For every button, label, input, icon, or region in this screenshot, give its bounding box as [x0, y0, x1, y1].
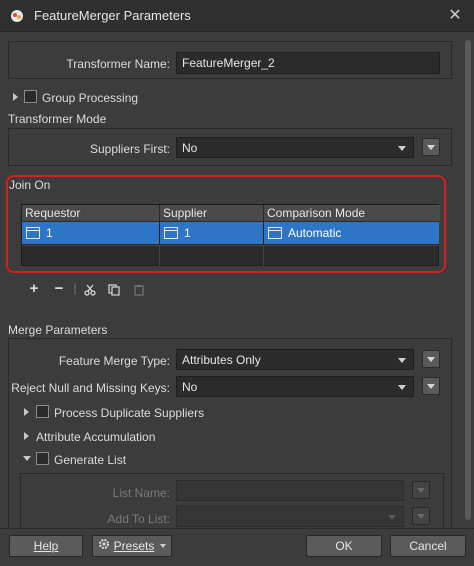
cancel-button-label: Cancel — [409, 539, 447, 553]
process-duplicate-label: Process Duplicate Suppliers — [54, 406, 205, 420]
copy-icon[interactable] — [108, 284, 120, 299]
cancel-button[interactable]: Cancel — [390, 535, 466, 557]
add-to-list-label: Add To List: — [107, 512, 170, 526]
attribute-accumulation-label[interactable]: Attribute Accumulation — [36, 430, 155, 444]
toolbar-separator: | — [73, 281, 77, 295]
ok-button-label: OK — [335, 539, 353, 553]
transformer-name-label: Transformer Name: — [66, 57, 170, 71]
reject-null-label: Reject Null and Missing Keys: — [11, 381, 170, 395]
presets-button[interactable]: Presets — [92, 535, 172, 557]
feature-merge-type-value: Attributes Only — [182, 352, 261, 367]
attribute-value-icon — [26, 227, 40, 239]
suppliers-first-label: Suppliers First: — [89, 142, 170, 156]
transformer-name-input[interactable]: FeatureMerger_2 — [176, 52, 440, 74]
suppliers-first-select[interactable]: No — [176, 137, 414, 158]
chevron-down-icon — [417, 514, 425, 519]
chevron-down-icon — [427, 145, 435, 150]
empty-cell-requestor[interactable] — [22, 245, 160, 266]
window-title: FeatureMerger Parameters — [34, 8, 191, 23]
chevron-down-icon — [398, 384, 406, 390]
column-header-requestor[interactable]: Requestor — [22, 205, 160, 221]
paste-icon[interactable] — [133, 284, 145, 299]
suppliers-first-menu-button[interactable] — [422, 138, 440, 156]
generate-list-checkbox[interactable] — [36, 452, 49, 465]
chevron-down-icon — [417, 488, 425, 493]
transformer-name-value: FeatureMerger_2 — [182, 56, 275, 70]
attribute-value-icon — [268, 227, 282, 239]
expand-arrow-icon[interactable] — [24, 432, 29, 440]
chevron-down-icon — [427, 357, 435, 362]
expand-arrow-icon[interactable] — [13, 93, 18, 101]
group-processing-checkbox[interactable] — [24, 90, 37, 103]
cell-comparison-mode[interactable]: Automatic — [264, 222, 439, 244]
cell-comparison-mode-value: Automatic — [288, 226, 342, 240]
help-button-label: Help — [33, 539, 59, 553]
cell-requestor[interactable]: 1 — [22, 222, 160, 244]
fme-app-icon — [8, 7, 26, 25]
empty-cell-comparison-mode[interactable] — [264, 245, 439, 266]
scrollbar-thumb[interactable] — [465, 40, 471, 520]
cell-supplier[interactable]: 1 — [160, 222, 264, 244]
reject-null-value: No — [182, 379, 198, 394]
cut-icon[interactable] — [84, 284, 96, 299]
reject-null-menu-button[interactable] — [422, 377, 440, 395]
transformer-mode-title: Transformer Mode — [8, 112, 107, 126]
chevron-down-icon — [398, 145, 406, 151]
chevron-down-icon — [427, 384, 435, 389]
join-on-title: Join On — [9, 178, 51, 192]
feature-merge-type-select[interactable]: Attributes Only — [176, 349, 414, 370]
merge-parameters-title: Merge Parameters — [8, 323, 108, 337]
attribute-value-icon — [164, 227, 178, 239]
feature-merge-type-label: Feature Merge Type: — [58, 354, 170, 368]
add-to-list-menu-button[interactable] — [412, 507, 430, 525]
remove-row-button[interactable]: − — [52, 280, 66, 297]
title-bar: FeatureMerger Parameters ✕ — [0, 0, 474, 32]
cell-requestor-value: 1 — [46, 226, 53, 240]
group-processing-label: Group Processing — [42, 91, 139, 105]
empty-cell-supplier[interactable] — [160, 245, 264, 266]
join-on-table[interactable]: Requestor Supplier Comparison Mode 1 1 A… — [21, 204, 440, 266]
add-to-list-select[interactable] — [176, 506, 404, 527]
ok-button[interactable]: OK — [306, 535, 382, 557]
close-icon[interactable]: ✕ — [444, 6, 466, 26]
expand-arrow-icon[interactable] — [24, 408, 29, 416]
suppliers-first-value: No — [182, 140, 198, 155]
process-duplicate-checkbox[interactable] — [36, 405, 49, 418]
chevron-down-icon — [160, 544, 167, 548]
feature-merge-type-menu-button[interactable] — [422, 350, 440, 368]
column-header-comparison-mode[interactable]: Comparison Mode — [264, 205, 440, 221]
list-name-label: List Name: — [112, 486, 170, 500]
cell-supplier-value: 1 — [184, 226, 191, 240]
presets-button-label: Presets — [113, 539, 155, 553]
generate-list-label: Generate List — [54, 453, 127, 467]
footer-divider — [0, 528, 474, 529]
reject-null-select[interactable]: No — [176, 376, 414, 397]
list-name-input[interactable] — [176, 480, 404, 501]
add-row-button[interactable]: + — [27, 280, 41, 297]
column-header-supplier[interactable]: Supplier — [160, 205, 264, 221]
parameters-panel: Transformer Name: FeatureMerger_2 Group … — [0, 33, 474, 528]
chevron-down-icon — [398, 357, 406, 363]
help-button[interactable]: Help — [9, 535, 83, 557]
vertical-scrollbar[interactable] — [464, 36, 472, 524]
list-name-menu-button[interactable] — [412, 481, 430, 499]
gear-icon — [98, 536, 110, 556]
collapse-arrow-icon[interactable] — [23, 456, 31, 461]
chevron-down-icon — [388, 514, 396, 520]
